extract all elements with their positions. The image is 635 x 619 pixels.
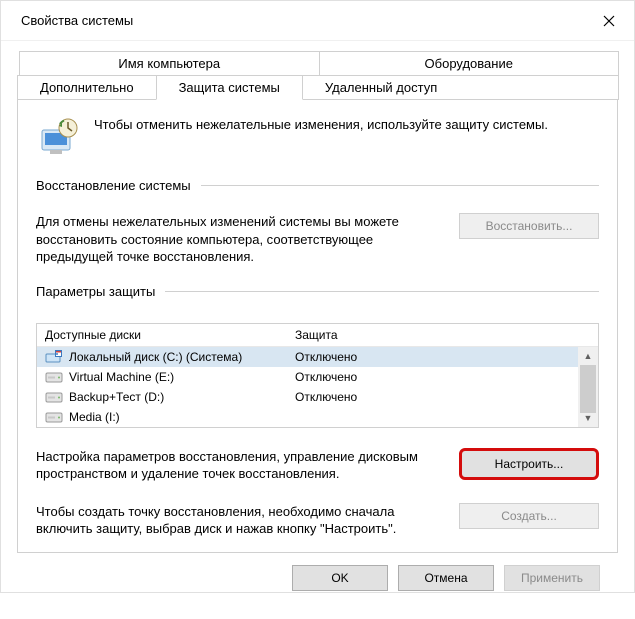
tab-computer-name[interactable]: Имя компьютера: [19, 51, 320, 76]
scroll-thumb[interactable]: [580, 365, 596, 413]
tab-system-protection[interactable]: Защита системы: [156, 75, 303, 100]
intro-text: Чтобы отменить нежелательные изменения, …: [94, 116, 548, 134]
column-protection[interactable]: Защита: [287, 324, 576, 346]
disk-table-header: Доступные диски Защита: [37, 324, 598, 347]
protection-heading-text: Параметры защиты: [36, 284, 155, 299]
drive-name: Backup+Тест (D:): [69, 390, 295, 404]
column-drives[interactable]: Доступные диски: [37, 324, 287, 346]
configure-button[interactable]: Настроить...: [459, 448, 599, 480]
drive-icon: [45, 390, 63, 404]
close-button[interactable]: [584, 1, 634, 41]
drive-protection: Отключено: [295, 390, 590, 404]
create-text: Чтобы создать точку восстановления, необ…: [36, 503, 439, 538]
drive-icon: [45, 410, 63, 424]
configure-text: Настройка параметров восстановления, упр…: [36, 448, 439, 483]
restore-row: Для отмены нежелательных изменений систе…: [36, 213, 599, 266]
scrollbar[interactable]: ▲ ▼: [578, 347, 598, 427]
system-protection-icon: [36, 116, 80, 160]
drive-icon: [45, 370, 63, 384]
create-button[interactable]: Создать...: [459, 503, 599, 529]
disk-table-body: Локальный диск (C:) (Система)ОтключеноVi…: [37, 347, 598, 427]
tab-panel: Чтобы отменить нежелательные изменения, …: [17, 100, 618, 553]
table-row[interactable]: Backup+Тест (D:)Отключено: [37, 387, 598, 407]
dialog-footer: OK Отмена Применить: [17, 553, 618, 605]
apply-button[interactable]: Применить: [504, 565, 600, 591]
restore-heading-text: Восстановление системы: [36, 178, 191, 193]
ok-button[interactable]: OK: [292, 565, 388, 591]
drive-icon: [45, 350, 63, 364]
table-row[interactable]: Media (I:): [37, 407, 598, 427]
scroll-up-icon[interactable]: ▲: [578, 347, 598, 365]
section-restore-heading: Восстановление системы: [36, 178, 599, 193]
close-icon: [603, 15, 615, 27]
cancel-button[interactable]: Отмена: [398, 565, 494, 591]
restore-button[interactable]: Восстановить...: [459, 213, 599, 239]
drive-name: Virtual Machine (E:): [69, 370, 295, 384]
system-properties-window: Свойства системы Имя компьютера Оборудов…: [0, 0, 635, 593]
drive-protection: Отключено: [295, 350, 590, 364]
divider: [165, 291, 599, 292]
drive-protection: Отключено: [295, 370, 590, 384]
tab-hardware[interactable]: Оборудование: [319, 51, 620, 76]
drive-name: Локальный диск (C:) (Система): [69, 350, 295, 364]
configure-row: Настройка параметров восстановления, упр…: [36, 448, 599, 483]
intro-row: Чтобы отменить нежелательные изменения, …: [36, 116, 599, 160]
tab-advanced[interactable]: Дополнительно: [17, 75, 157, 100]
tabs: Имя компьютера Оборудование Дополнительн…: [17, 51, 618, 100]
create-row: Чтобы создать точку восстановления, необ…: [36, 503, 599, 538]
window-title: Свойства системы: [21, 13, 133, 28]
drive-name: Media (I:): [69, 410, 295, 424]
section-protection-heading: Параметры защиты: [36, 284, 599, 299]
disk-table: Доступные диски Защита Локальный диск (C…: [36, 323, 599, 428]
column-scroll-spacer: [576, 324, 598, 346]
tab-remote[interactable]: Удаленный доступ: [302, 75, 619, 100]
content-area: Имя компьютера Оборудование Дополнительн…: [1, 41, 634, 619]
scroll-track[interactable]: [578, 365, 598, 409]
restore-text: Для отмены нежелательных изменений систе…: [36, 213, 439, 266]
table-row[interactable]: Локальный диск (C:) (Система)Отключено: [37, 347, 598, 367]
divider: [201, 185, 599, 186]
titlebar: Свойства системы: [1, 1, 634, 41]
table-row[interactable]: Virtual Machine (E:)Отключено: [37, 367, 598, 387]
